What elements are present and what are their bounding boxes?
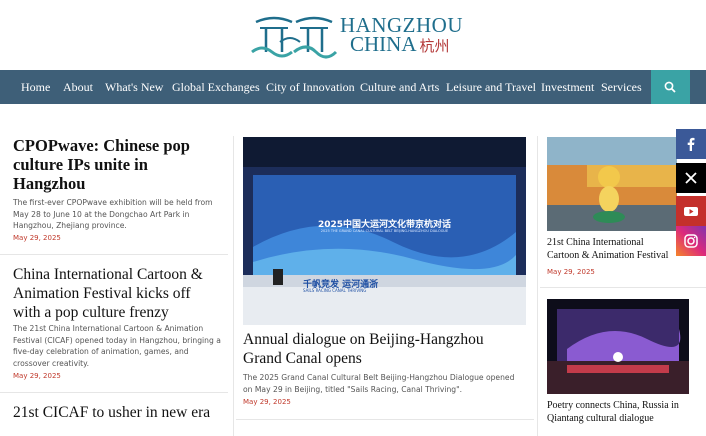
article-title[interactable]: China International Cartoon & Animation … [13, 265, 221, 322]
nav-item-city-of-innovation[interactable]: City of Innovation [266, 70, 355, 104]
featured-article-image[interactable]: 2025中国大运河文化带京杭对话 2025 THE GRAND CANAL CU… [243, 137, 526, 325]
site-header: HANGZHOU CHINA 杭州 [0, 0, 706, 70]
nav-item-home[interactable]: Home [21, 70, 50, 104]
nav-item-about[interactable]: About [63, 70, 93, 104]
image-lower-banner-en: SAILS RACING CANAL THRIVING [303, 288, 367, 293]
nav-item-global-exchanges[interactable]: Global Exchanges [172, 70, 260, 104]
article-title[interactable]: Poetry connects China, Russia in Qiantan… [547, 399, 692, 425]
nav-item-culture-and-arts[interactable]: Culture and Arts [360, 70, 439, 104]
logo-line2: CHINA 杭州 [350, 32, 463, 57]
column-divider [537, 136, 538, 436]
search-button[interactable] [651, 70, 690, 104]
site-logo[interactable]: HANGZHOU CHINA 杭州 [250, 12, 463, 60]
article-separator [0, 392, 228, 393]
article-title[interactable]: 21st CICAF to usher in new era [13, 403, 221, 422]
logo-cn-text: 杭州 [419, 39, 450, 55]
logo-line2-text: CHINA [350, 32, 417, 56]
logo-emblem-icon [251, 16, 338, 59]
instagram-button[interactable] [676, 226, 706, 256]
search-icon [664, 81, 676, 93]
article-thumbnail[interactable] [547, 299, 689, 394]
article-excerpt: The 21st China International Cartoon & A… [13, 324, 221, 368]
youtube-icon [684, 207, 698, 216]
featured-article-date: May 29, 2025 [243, 398, 291, 406]
featured-article-title[interactable]: Annual dialogue on Beijing-Hangzhou Gran… [243, 330, 526, 368]
article-title[interactable]: 21st China International Cartoon & Anima… [547, 236, 677, 262]
article-title[interactable]: CPOPwave: Chinese pop culture IPs unite … [13, 136, 218, 193]
x-icon [685, 172, 697, 184]
article-date: May 29, 2025 [13, 372, 61, 380]
nav-item-whats-new[interactable]: What's New [105, 70, 163, 104]
facebook-button[interactable] [676, 129, 706, 159]
image-banner-subtitle: 2025 THE GRAND CANAL CULTURAL BELT BEIJI… [320, 229, 449, 233]
article-excerpt: The first-ever CPOPwave exhibition will … [13, 198, 213, 230]
youtube-button[interactable] [676, 196, 706, 226]
column-divider [233, 136, 234, 436]
main-content: CPOPwave: Chinese pop culture IPs unite … [0, 104, 706, 436]
nav-item-investment[interactable]: Investment [541, 70, 594, 104]
nav-item-leisure-and-travel[interactable]: Leisure and Travel [446, 70, 536, 104]
article-separator [540, 287, 706, 288]
article-separator [236, 419, 534, 420]
featured-article-excerpt: The 2025 Grand Canal Cultural Belt Beiji… [243, 373, 515, 394]
mascot-photo [547, 137, 677, 231]
stage-performance-photo [547, 299, 689, 394]
instagram-icon [684, 234, 698, 248]
article-thumbnail[interactable] [547, 137, 677, 231]
logo-wordmark: HANGZHOU CHINA 杭州 [340, 15, 463, 57]
article-separator [0, 254, 228, 255]
nav-item-services[interactable]: Services [601, 70, 642, 104]
facebook-icon [687, 137, 695, 151]
main-nav: Home About What's New Global Exchanges C… [0, 70, 706, 104]
article-date: May 29, 2025 [13, 234, 61, 242]
article-date: May 29, 2025 [547, 268, 595, 276]
x-button[interactable] [676, 163, 706, 193]
